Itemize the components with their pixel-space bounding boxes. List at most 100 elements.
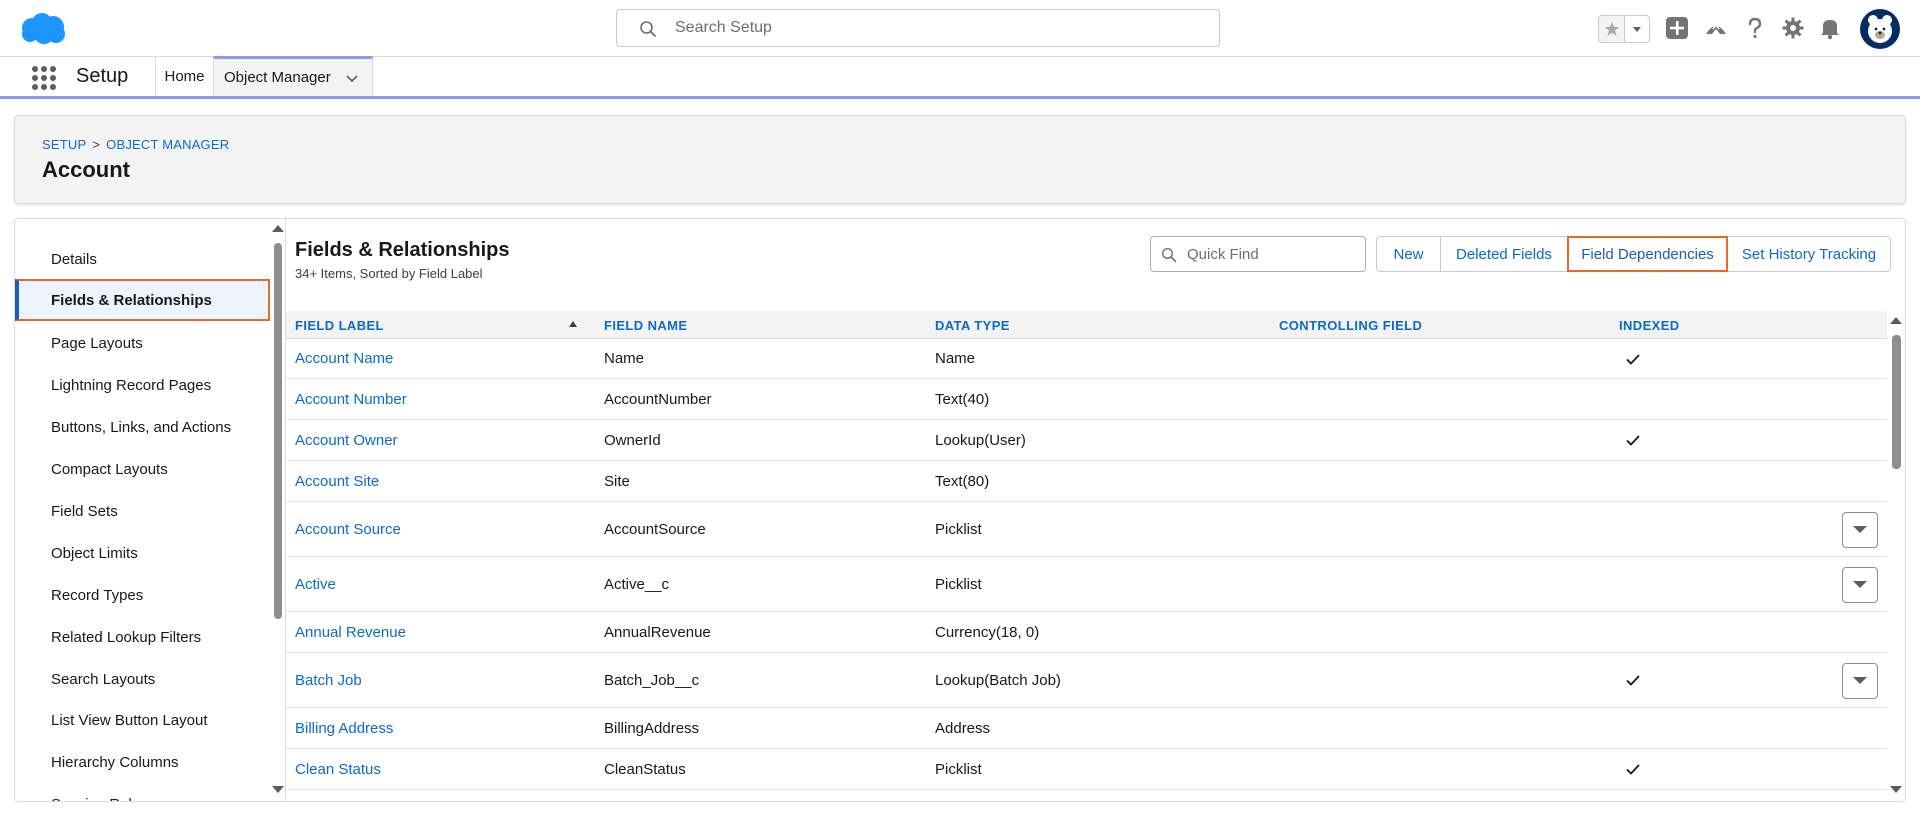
- app-name: Setup: [76, 65, 129, 87]
- scroll-up-arrow-icon[interactable]: [272, 225, 284, 232]
- field-name-cell: Batch_Job__c: [604, 671, 700, 689]
- field-label-link[interactable]: Account Name: [295, 339, 393, 378]
- star-icon: [1604, 22, 1619, 36]
- field-dependencies-button[interactable]: Field Dependencies: [1567, 236, 1728, 272]
- data-type-cell: Picklist: [935, 760, 982, 778]
- row-actions-button[interactable]: [1842, 511, 1878, 548]
- object-detail-card: Details Fields & Relationships Page Layo…: [14, 218, 1906, 802]
- sidebar-item-object-limits[interactable]: Object Limits: [15, 532, 270, 574]
- table-scrollbar[interactable]: [1889, 311, 1903, 801]
- global-header: [0, 0, 1920, 57]
- app-launcher-icon[interactable]: [32, 66, 56, 90]
- sidebar-item-search-layouts[interactable]: Search Layouts: [15, 658, 270, 700]
- fields-relationships-panel: Fields & Relationships 34+ Items, Sorted…: [286, 219, 1905, 801]
- field-name-cell: AnnualRevenue: [604, 623, 711, 641]
- field-name-cell: BillingAddress: [604, 719, 700, 737]
- chevron-down-icon: [1853, 677, 1867, 684]
- row-actions-button[interactable]: [1842, 662, 1878, 699]
- sidebar-item-fields-relationships[interactable]: Fields & Relationships: [15, 279, 270, 321]
- check-icon: [1626, 435, 1640, 446]
- data-type-cell: Name: [935, 350, 976, 367]
- field-label-link[interactable]: Account Owner: [295, 420, 398, 460]
- nav-tab-home[interactable]: Home: [156, 57, 213, 96]
- field-label-link[interactable]: Account Number: [295, 379, 407, 419]
- scroll-up-arrow-icon[interactable]: [1890, 317, 1902, 324]
- sidebar-item-details[interactable]: Details: [15, 238, 270, 280]
- sidebar-item-list-view-button-layout[interactable]: List View Button Layout: [15, 699, 270, 741]
- table-row: Batch Job Batch_Job__c Lookup(Batch Job): [286, 653, 1887, 708]
- trailhead-button[interactable]: [1703, 15, 1729, 41]
- sidebar-item-record-types[interactable]: Record Types: [15, 574, 270, 616]
- help-button[interactable]: [1742, 15, 1768, 41]
- row-actions-button[interactable]: [1842, 566, 1878, 603]
- section-title: Fields & Relationships: [295, 239, 510, 261]
- action-button-group: New Deleted Fields Field Dependencies Se…: [1376, 236, 1891, 272]
- table-row: Billing Address BillingAddress Address: [286, 708, 1887, 749]
- search-icon: [1161, 247, 1177, 263]
- table-row: Annual Revenue AnnualRevenue Currency(18, …: [286, 612, 1887, 653]
- field-label-link[interactable]: Account Source: [295, 502, 401, 556]
- sidebar-scrollbar[interactable]: [270, 219, 284, 801]
- sidebar-item-scoping-rules[interactable]: Scoping Rules: [15, 783, 270, 802]
- table-row: Account Source AccountSource Picklist: [286, 502, 1887, 557]
- table-row: Active Active__c Picklist: [286, 557, 1887, 612]
- sidebar-item-lightning-record-pages[interactable]: Lightning Record Pages: [15, 364, 270, 406]
- breadcrumb-setup[interactable]: Setup: [42, 137, 86, 152]
- page-title: Account: [42, 157, 130, 182]
- global-search[interactable]: [616, 9, 1220, 47]
- page-header: Setup > Object Manager Account: [14, 115, 1906, 204]
- sidebar-item-hierarchy-columns[interactable]: Hierarchy Columns: [15, 741, 270, 783]
- salesforce-logo-icon[interactable]: [18, 12, 66, 46]
- column-header-indexed[interactable]: Indexed: [1619, 311, 1680, 339]
- column-header-data-type[interactable]: Data Type: [935, 311, 1010, 339]
- sidebar-scrollbar-thumb[interactable]: [274, 243, 282, 619]
- sidebar-item-compact-layouts[interactable]: Compact Layouts: [15, 448, 270, 490]
- sidebar-item-related-lookup-filters[interactable]: Related Lookup Filters: [15, 616, 270, 658]
- favorites-star-button[interactable]: [1599, 16, 1625, 42]
- chevron-down-icon[interactable]: [345, 71, 359, 85]
- table-row: Account Name Name Name: [286, 339, 1887, 379]
- notifications-button[interactable]: [1817, 15, 1843, 41]
- table-header: Field Label Field Name Data Type Control…: [286, 311, 1887, 339]
- column-header-field-label[interactable]: Field Label: [295, 311, 384, 339]
- field-label-link[interactable]: Annual Revenue: [295, 612, 406, 652]
- bell-icon: [1821, 20, 1839, 40]
- search-icon: [640, 21, 656, 37]
- global-actions-button[interactable]: [1664, 15, 1690, 41]
- quick-find[interactable]: [1150, 236, 1366, 272]
- favorites-button-group: [1598, 15, 1650, 43]
- setup-gear-button[interactable]: [1780, 15, 1806, 41]
- breadcrumb-object-manager[interactable]: Object Manager: [106, 137, 229, 152]
- sidebar-item-page-layouts[interactable]: Page Layouts: [15, 322, 270, 364]
- check-icon: [1626, 764, 1640, 775]
- chevron-down-icon: [1853, 581, 1867, 588]
- quick-find-input[interactable]: [1187, 237, 1357, 271]
- data-type-cell: Picklist: [935, 575, 982, 593]
- sidebar-item-field-sets[interactable]: Field Sets: [15, 490, 270, 532]
- field-label-link[interactable]: Clean Status: [295, 749, 381, 789]
- user-avatar[interactable]: [1860, 9, 1900, 49]
- field-label-link[interactable]: Account Site: [295, 461, 379, 501]
- scroll-down-arrow-icon[interactable]: [1890, 786, 1902, 793]
- scroll-down-arrow-icon[interactable]: [272, 786, 284, 793]
- column-header-field-name[interactable]: Field Name: [604, 311, 687, 339]
- sidebar-item-buttons-links-actions[interactable]: Buttons, Links, and Actions: [15, 406, 270, 448]
- favorites-dropdown-button[interactable]: [1625, 16, 1649, 42]
- field-label-link[interactable]: Active: [295, 557, 336, 611]
- sort-ascending-icon[interactable]: [569, 321, 577, 327]
- check-icon: [1626, 353, 1640, 365]
- column-header-controlling-field[interactable]: Controlling Field: [1279, 311, 1422, 339]
- set-history-tracking-button[interactable]: Set History Tracking: [1727, 236, 1891, 272]
- table-scrollbar-thumb[interactable]: [1892, 335, 1901, 469]
- data-type-cell: Text(80): [935, 472, 990, 490]
- deleted-fields-button[interactable]: Deleted Fields: [1440, 236, 1568, 272]
- new-button[interactable]: New: [1376, 236, 1441, 272]
- field-label-link[interactable]: Billing Address: [295, 708, 393, 748]
- field-name-cell: Name: [604, 350, 645, 367]
- nav-tab-object-manager[interactable]: Object Manager: [213, 56, 373, 96]
- plus-icon: [1666, 17, 1688, 39]
- table-row: Account Owner OwnerId Lookup(User): [286, 420, 1887, 461]
- global-search-input[interactable]: [675, 10, 1205, 46]
- field-label-link[interactable]: Batch Job: [295, 653, 362, 707]
- field-name-cell: Site: [604, 472, 630, 490]
